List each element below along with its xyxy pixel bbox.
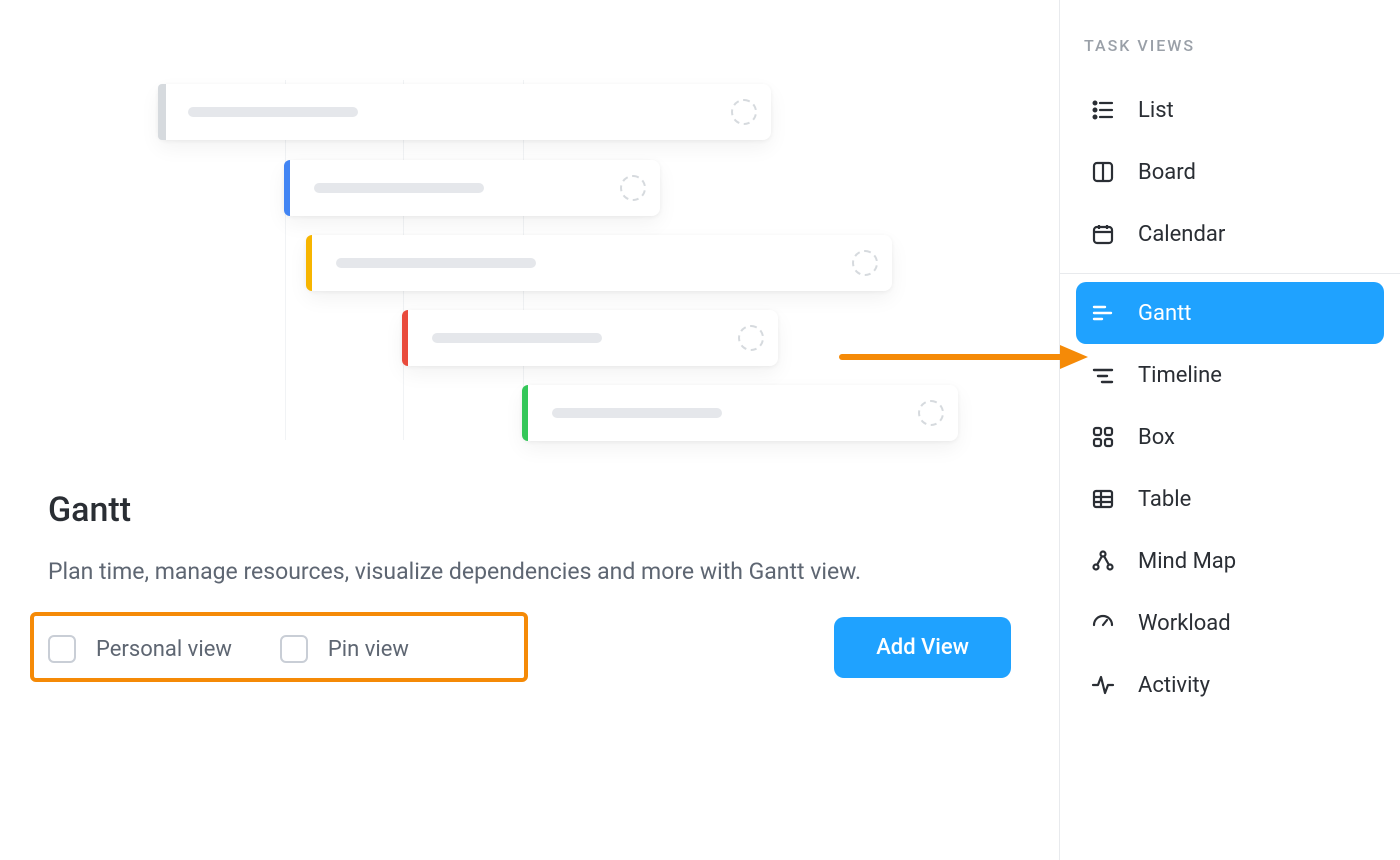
- sidebar-item-board[interactable]: Board: [1076, 141, 1384, 203]
- view-options-row: Personal view Pin view Add View: [48, 629, 1011, 669]
- box-icon: [1090, 424, 1116, 450]
- list-icon: [1090, 97, 1116, 123]
- sidebar-item-label: Timeline: [1138, 363, 1222, 388]
- sidebar-item-box[interactable]: Box: [1076, 406, 1384, 468]
- gantt-illustration: [48, 80, 1011, 440]
- gantt-bar: [402, 310, 778, 366]
- checkbox-icon: [48, 635, 76, 663]
- sidebar-item-timeline[interactable]: Timeline: [1076, 344, 1384, 406]
- table-icon: [1090, 486, 1116, 512]
- sidebar-item-workload[interactable]: Workload: [1076, 592, 1384, 654]
- gantt-bar: [284, 160, 660, 216]
- sidebar-separator: [1060, 273, 1400, 274]
- sidebar-item-list[interactable]: List: [1076, 79, 1384, 141]
- sidebar-item-table[interactable]: Table: [1076, 468, 1384, 530]
- sidebar-item-label: Calendar: [1138, 222, 1225, 247]
- timeline-icon: [1090, 362, 1116, 388]
- personal-view-label: Personal view: [96, 637, 232, 662]
- gantt-bar: [158, 84, 771, 140]
- view-preview-panel: Gantt Plan time, manage resources, visua…: [0, 0, 1059, 860]
- gantt-bar: [306, 235, 892, 291]
- sidebar-item-activity[interactable]: Activity: [1076, 654, 1384, 716]
- sidebar-item-label: Activity: [1138, 673, 1210, 698]
- sidebar-item-mind-map[interactable]: Mind Map: [1076, 530, 1384, 592]
- checkbox-icon: [280, 635, 308, 663]
- task-views-sidebar: TASK VIEWS List Board Calendar Gantt: [1060, 0, 1400, 860]
- sidebar-heading: TASK VIEWS: [1084, 36, 1376, 55]
- sidebar-item-calendar[interactable]: Calendar: [1076, 203, 1384, 265]
- personal-view-checkbox[interactable]: Personal view: [48, 635, 232, 663]
- sidebar-item-label: Mind Map: [1138, 549, 1236, 574]
- activity-icon: [1090, 672, 1116, 698]
- sidebar-item-label: Gantt: [1138, 301, 1192, 326]
- sidebar-item-label: Box: [1138, 425, 1175, 450]
- pin-view-label: Pin view: [328, 637, 409, 662]
- calendar-icon: [1090, 221, 1116, 247]
- sidebar-item-label: Table: [1138, 487, 1191, 512]
- board-icon: [1090, 159, 1116, 185]
- mind-map-icon: [1090, 548, 1116, 574]
- gantt-bar: [522, 385, 958, 441]
- view-description: Plan time, manage resources, visualize d…: [48, 552, 908, 591]
- arrow-annotation-icon: [838, 342, 1088, 372]
- sidebar-item-gantt[interactable]: Gantt: [1076, 282, 1384, 344]
- sidebar-item-label: Workload: [1138, 611, 1231, 636]
- pin-view-checkbox[interactable]: Pin view: [280, 635, 409, 663]
- sidebar-item-label: List: [1138, 98, 1174, 123]
- gantt-icon: [1090, 300, 1116, 326]
- workload-icon: [1090, 610, 1116, 636]
- sidebar-item-label: Board: [1138, 160, 1196, 185]
- add-view-button[interactable]: Add View: [834, 617, 1011, 678]
- view-title: Gantt: [48, 490, 1011, 530]
